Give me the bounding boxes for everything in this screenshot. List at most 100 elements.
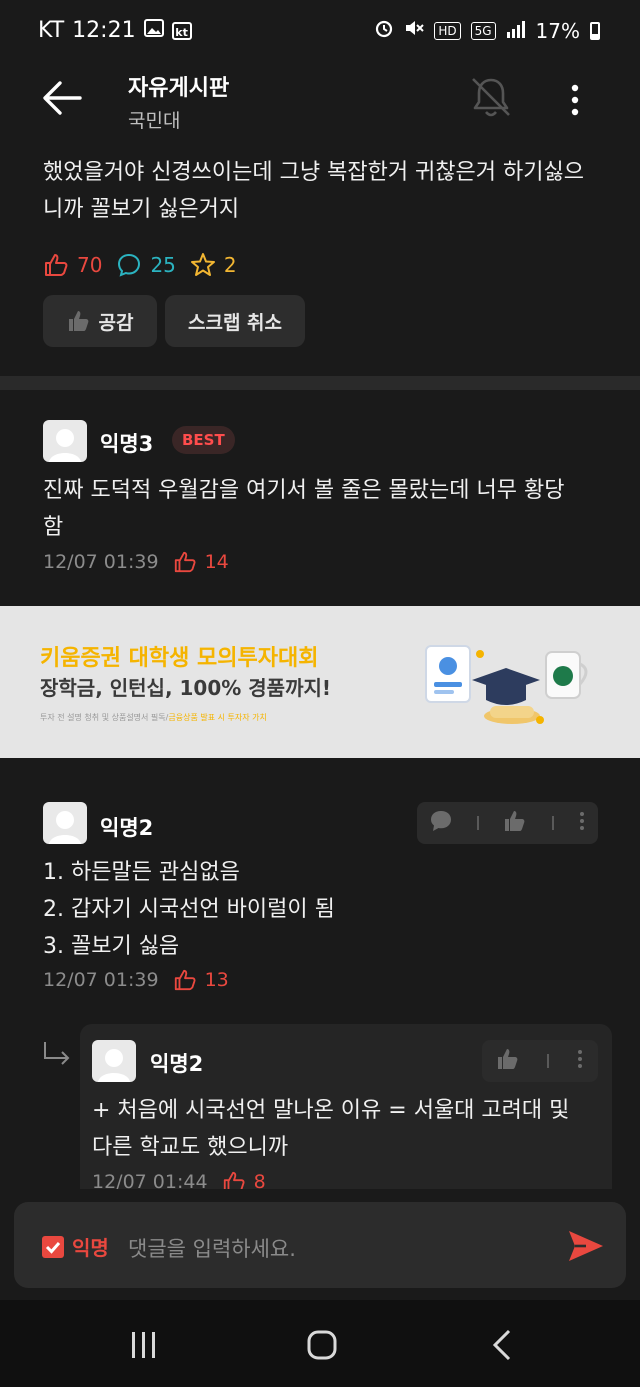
comment-count: 25 [150, 253, 176, 277]
reply-like: 8 [222, 1170, 266, 1189]
comment-author: 익명3 [100, 432, 154, 456]
network-type-badge: 5G [470, 21, 496, 40]
best-badge: BEST [172, 426, 235, 454]
comment-like-button[interactable] [503, 809, 527, 837]
thumbs-up-icon [497, 1049, 518, 1069]
scrap-stat: 2 [190, 252, 237, 278]
more-vertical-icon [571, 84, 579, 116]
comment-time: 12/07 01:39 [43, 969, 159, 991]
avatar [43, 802, 87, 844]
checkmark-icon [45, 1242, 61, 1254]
system-back-button[interactable] [490, 1328, 514, 1366]
empathy-button[interactable]: 공감 [43, 295, 157, 347]
scrap-cancel-button[interactable]: 스크랩 취소 [165, 295, 305, 347]
post-body: 했었을거야 신경쓰이는데 그냥 복잡한거 귀찮은거 하기싫으니까 꼴보기 싫은거… [43, 160, 584, 222]
status-bar: KT 12:21 kt HD 5G 17% [0, 0, 640, 62]
comment-input[interactable]: 댓글을 입력하세요. [128, 1233, 296, 1263]
thumbs-up-icon [223, 1171, 245, 1189]
hd-badge: HD [434, 21, 461, 40]
ad-subtitle: 장학금, 인턴십, 100% 경품까지! [40, 676, 331, 700]
bell-off-icon [472, 78, 510, 117]
anonymous-label[interactable]: 익명 [72, 1232, 109, 1261]
like-count: 70 [77, 253, 103, 277]
more-vertical-icon [579, 812, 584, 830]
star-icon [190, 253, 215, 276]
comment-text: 진짜 도덕적 우월감을 여기서 볼 줄은 몰랐는데 너무 황당함 [43, 478, 565, 540]
more-options-button[interactable] [562, 80, 588, 120]
reply-time: 12/07 01:44 [92, 1171, 208, 1189]
ad-fine-print-text: 투자 전 설명 청취 및 상품설명서 필독/ [40, 713, 169, 722]
recent-apps-button[interactable] [130, 1330, 158, 1364]
comment-like: 13 [173, 968, 229, 992]
kt-app-icon: kt [171, 21, 192, 40]
anonymous-checkbox[interactable] [42, 1236, 64, 1258]
alarm-icon [374, 18, 394, 43]
board-subtitle: 국민대 [128, 110, 181, 132]
reply-like-button[interactable] [496, 1047, 520, 1075]
reply-arrow-icon [42, 1040, 72, 1066]
comment-time: 12/07 01:39 [43, 551, 159, 573]
reply-card: 익명2 + 처음에 시국선언 말나온 이유 = 서울대 고려대 및 다른 학교도… [80, 1024, 612, 1189]
carrier-label: KT [38, 18, 65, 43]
comment-action-group [417, 802, 598, 844]
comment-line: 1. 하든말든 관심없음 [43, 860, 240, 885]
home-button[interactable] [306, 1329, 338, 1365]
comment-more-button[interactable] [578, 810, 586, 836]
thumbs-up-icon [174, 969, 196, 991]
section-divider [0, 376, 640, 390]
empathy-label: 공감 [98, 311, 134, 334]
comment-line: 3. 꼴보기 싫음 [43, 934, 180, 959]
avatar [92, 1040, 136, 1082]
reply-meta: 12/07 01:44 8 [92, 1170, 266, 1189]
reply-button[interactable] [429, 810, 453, 836]
battery-icon [590, 21, 600, 40]
more-vertical-icon [578, 1050, 583, 1068]
ad-fine-print-highlight: 금융상품 발표 시 투자자 가치 [168, 713, 267, 722]
post-stats: 70 25 2 [43, 252, 237, 278]
status-right: HD 5G 17% [374, 18, 600, 43]
thumbs-up-icon [505, 811, 525, 831]
clock: 12:21 [72, 18, 136, 43]
status-left: KT 12:21 kt [38, 18, 192, 43]
gallery-icon [143, 18, 164, 43]
system-nav-bar [0, 1300, 640, 1387]
comment-like-count: 14 [204, 551, 229, 573]
scrap-cancel-label: 스크랩 취소 [187, 311, 282, 334]
avatar [43, 420, 87, 462]
comment-meta: 12/07 01:39 14 [43, 550, 229, 574]
battery-label: 17% [535, 18, 580, 43]
arrow-left-icon [43, 81, 82, 115]
comment-stat: 25 [116, 252, 176, 278]
thumbs-up-icon [68, 311, 88, 331]
comment-line: 2. 갑자기 시국선언 바이럴이 됨 [43, 897, 335, 922]
comment-like-count: 13 [204, 969, 229, 991]
comment-author: 익명2 [100, 816, 154, 840]
reply-author: 익명2 [150, 1052, 204, 1076]
reply-like-count: 8 [253, 1171, 266, 1189]
send-icon [569, 1231, 603, 1261]
comment-like: 14 [173, 550, 229, 574]
comment-text: 1. 하든말든 관심없음 2. 갑자기 시국선언 바이럴이 됨 3. 꼴보기 싫… [43, 854, 583, 965]
ad-illustration [420, 628, 600, 738]
thumbs-up-icon [45, 254, 68, 276]
action-separator [551, 816, 554, 830]
thumbs-up-icon [174, 551, 196, 573]
action-separator [546, 1054, 549, 1068]
signal-icon [506, 19, 526, 43]
reply-more-button[interactable] [576, 1048, 584, 1074]
comment-bubble-icon [431, 811, 452, 831]
back-button[interactable] [40, 78, 86, 118]
notification-toggle-button[interactable] [468, 74, 514, 120]
comment-meta: 12/07 01:39 13 [43, 968, 229, 992]
send-button[interactable] [566, 1226, 606, 1266]
reply-text: + 처음에 시국선언 말나온 이유 = 서울대 고려대 및 다른 학교도 했으니… [92, 1098, 570, 1160]
comment-bubble-icon [118, 253, 141, 277]
reply-action-group [482, 1040, 598, 1082]
board-title: 자유게시판 [128, 76, 230, 101]
ad-title: 키움증권 대학생 모의투자대회 [40, 646, 319, 671]
like-stat: 70 [43, 252, 102, 278]
recent-apps-icon [132, 1332, 155, 1358]
ad-fine-print: 투자 전 설명 청취 및 상품설명서 필독/금융상품 발표 시 투자자 가치 [40, 712, 267, 723]
chevron-left-icon [492, 1329, 511, 1361]
scrap-count: 2 [223, 253, 237, 277]
